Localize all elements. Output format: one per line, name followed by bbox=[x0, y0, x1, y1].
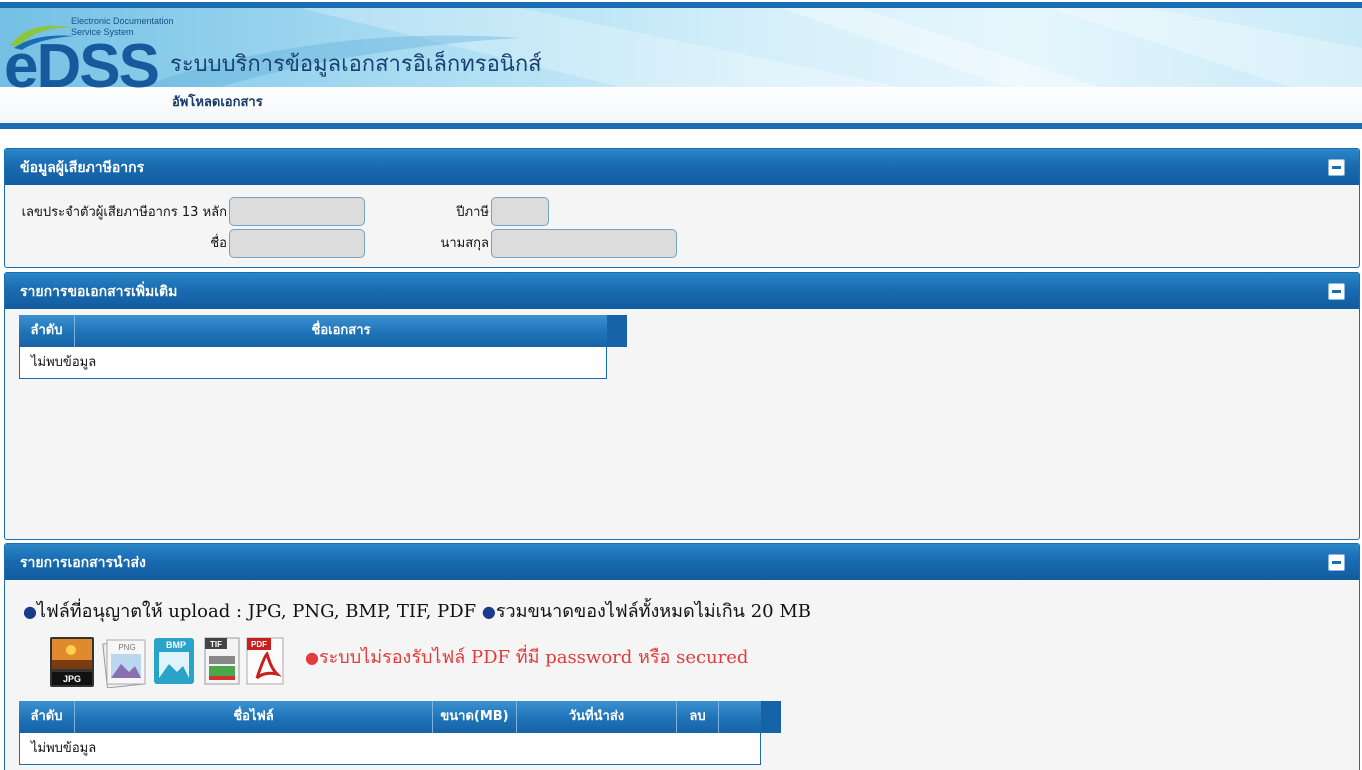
brand-name: eDSS bbox=[4, 32, 160, 101]
table-scroll-gutter bbox=[761, 701, 781, 733]
warning-text: ระบบไม่รองรับไฟล์ PDF ที่มี password หรื… bbox=[318, 647, 749, 668]
bmp-file-icon: BMP bbox=[151, 636, 194, 686]
request-table: ลำดับ ชื่อเอกสาร ไม่พบข้อมูล bbox=[19, 315, 629, 381]
taxpayer-panel-title: ข้อมูลผู้เสียภาษีอากร bbox=[20, 160, 145, 176]
app-title: ระบบบริการข้อมูลเอกสารอิเล็กทรอนิกส์ bbox=[170, 51, 542, 76]
svg-text:JPG: JPG bbox=[63, 674, 81, 684]
svg-text:TIF: TIF bbox=[210, 640, 222, 649]
col-submit-date[interactable]: วันที่นำส่ง bbox=[517, 701, 677, 733]
table-row: ไม่พบข้อมูล bbox=[19, 733, 761, 765]
col-file-name[interactable]: ชื่อไฟล์ bbox=[75, 701, 433, 733]
submit-panel-title: รายการเอกสารนำส่ง bbox=[20, 555, 146, 571]
last-name-field[interactable] bbox=[491, 229, 677, 258]
svg-text:BMP: BMP bbox=[166, 640, 186, 650]
png-file-icon: PNG bbox=[101, 636, 146, 688]
empty-message: ไม่พบข้อมูล bbox=[31, 355, 97, 370]
files-table-header: ลำดับ ชื่อไฟล์ ขนาด(MB) วันที่นำส่ง ลบ bbox=[19, 701, 761, 733]
allowed-types-text: ไฟล์ที่อนุญาตให้ upload : JPG, PNG, BMP,… bbox=[36, 601, 477, 622]
col-size[interactable]: ขนาด(MB) bbox=[433, 701, 517, 733]
size-limit-text: รวมขนาดของไฟล์ทั้งหมดไม่เกิน 20 MB bbox=[495, 601, 811, 622]
collapse-icon[interactable] bbox=[1328, 554, 1345, 571]
edss-logo[interactable]: Electronic Documentation Service System … bbox=[4, 14, 174, 101]
col-order[interactable]: ลำดับ bbox=[19, 315, 75, 347]
tif-file-icon: TIF bbox=[199, 636, 240, 686]
taxpayer-panel: ข้อมูลผู้เสียภาษีอากร เลขประจำตัวผู้เสีย… bbox=[4, 148, 1360, 268]
first-name-field[interactable] bbox=[229, 229, 365, 258]
page-root: Electronic Documentation Service System … bbox=[0, 0, 1362, 770]
tax-id-label: เลขประจำตัวผู้เสียภาษีอากร 13 หลัก bbox=[21, 205, 227, 220]
allowed-files-note: ●ไฟล์ที่อนุญาตให้ upload : JPG, PNG, BMP… bbox=[23, 601, 811, 622]
pdf-file-icon: PDF bbox=[243, 636, 284, 686]
request-table-header: ลำดับ ชื่อเอกสาร bbox=[19, 315, 607, 347]
pdf-password-warning: ●ระบบไม่รองรับไฟล์ PDF ที่มี password หร… bbox=[305, 647, 749, 668]
app-header: Electronic Documentation Service System … bbox=[0, 0, 1362, 130]
col-order[interactable]: ลำดับ bbox=[19, 701, 75, 733]
first-name-label: ชื่อ bbox=[210, 236, 227, 251]
svg-text:PDF: PDF bbox=[251, 640, 267, 649]
table-scroll-gutter bbox=[607, 315, 627, 347]
request-panel-title: รายการขอเอกสารเพิ่มเติม bbox=[20, 284, 178, 300]
col-extra bbox=[719, 701, 761, 733]
submit-panel: รายการเอกสารนำส่ง ●ไฟล์ที่อนุญาตให้ uplo… bbox=[4, 543, 1360, 770]
empty-message: ไม่พบข้อมูล bbox=[31, 741, 97, 756]
col-delete[interactable]: ลบ bbox=[677, 701, 719, 733]
page-title: อัพโหลดเอกสาร bbox=[172, 95, 263, 110]
collapse-icon[interactable] bbox=[1328, 283, 1345, 300]
tax-year-label: ปีภาษี bbox=[456, 205, 489, 220]
table-row: ไม่พบข้อมูล bbox=[19, 347, 607, 379]
request-panel-header: รายการขอเอกสารเพิ่มเติม bbox=[5, 273, 1359, 309]
tax-year-field[interactable] bbox=[491, 197, 549, 226]
taxpayer-panel-header: ข้อมูลผู้เสียภาษีอากร bbox=[5, 149, 1359, 185]
request-panel: รายการขอเอกสารเพิ่มเติม ลำดับ ชื่อเอกสาร… bbox=[4, 272, 1360, 540]
header-bottom-line bbox=[0, 123, 1362, 129]
jpg-file-icon: JPG bbox=[49, 636, 94, 687]
last-name-label: นามสกุล bbox=[440, 236, 489, 251]
tax-id-field[interactable] bbox=[229, 197, 365, 226]
collapse-icon[interactable] bbox=[1328, 159, 1345, 176]
col-document-name[interactable]: ชื่อเอกสาร bbox=[75, 315, 607, 347]
svg-text:PNG: PNG bbox=[118, 643, 135, 652]
submitted-files-table: ลำดับ ชื่อไฟล์ ขนาด(MB) วันที่นำส่ง ลบ ไ… bbox=[19, 701, 785, 767]
submit-panel-header: รายการเอกสารนำส่ง bbox=[5, 544, 1359, 580]
